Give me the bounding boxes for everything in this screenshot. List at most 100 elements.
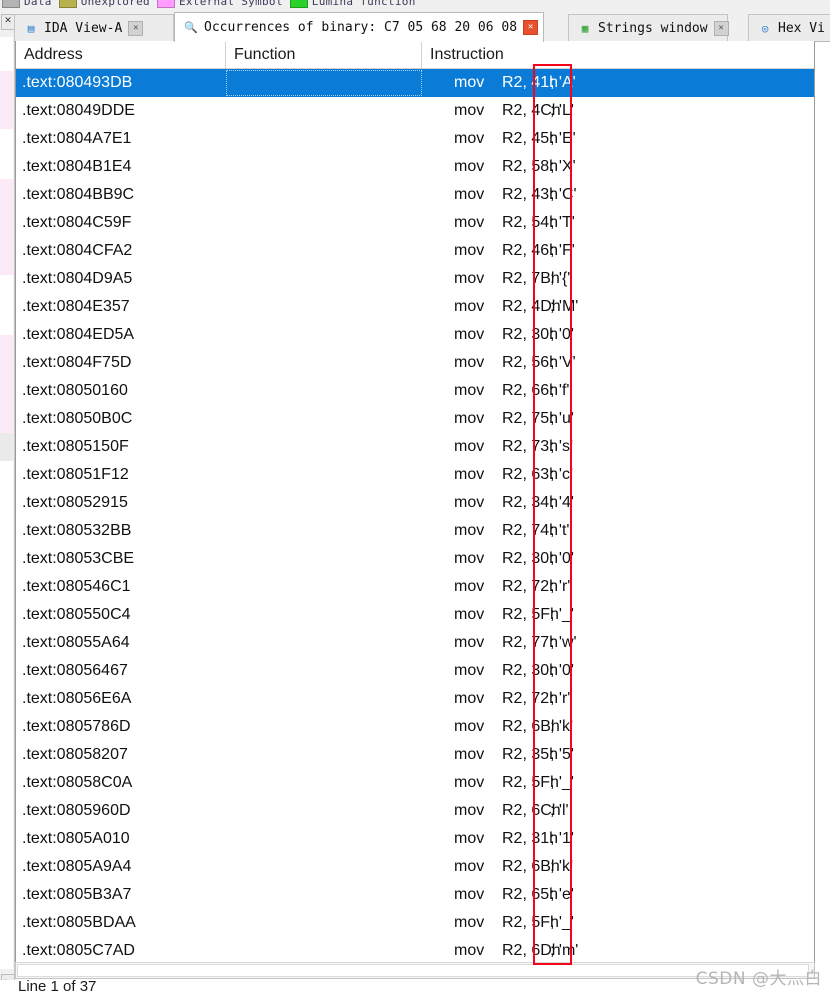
table-row[interactable]: .text:0804BB9C mov R2, 43h; 'C' (16, 181, 814, 209)
table-row[interactable]: .text:08049DDE mov R2, 4Ch; 'L' (16, 97, 814, 125)
occurrences-list-panel: Address Function Instruction .text:08049… (15, 41, 815, 979)
column-header-function[interactable]: Function (226, 41, 422, 68)
close-icon[interactable]: ✕ (128, 20, 144, 36)
cell-comment: ; 'f' (550, 382, 570, 399)
navigator-band[interactable] (0, 335, 13, 433)
table-row[interactable]: .text:08056E6A mov R2, 72h; 'r' (16, 685, 814, 713)
cell-comment: ; '5' (550, 746, 574, 763)
cell-comment: ; '0' (550, 550, 574, 567)
table-row[interactable]: .text:0805C7AD mov R2, 6Dh; 'm' (16, 937, 814, 965)
table-row[interactable]: .text:0804D9A5 mov R2, 7Bh; '{' (16, 265, 814, 293)
binary-search-icon: 🔍 (184, 21, 198, 34)
column-header-address[interactable]: Address (16, 41, 226, 68)
tab-1[interactable]: ▤ IDA View-A ✕ (14, 14, 174, 41)
close-icon[interactable]: ✕ (713, 20, 729, 36)
legend-label: Lumina function (311, 0, 416, 8)
table-row[interactable]: .text:0804B1E4 mov R2, 58h; 'X' (16, 153, 814, 181)
cell-comment: ; 'l' (550, 802, 569, 819)
watermark: CSDN @大灬白 (695, 969, 822, 989)
table-row[interactable]: .text:0805A9A4 mov R2, 6Bh; 'k' (16, 853, 814, 881)
cell-comment: ; 'C' (550, 186, 577, 203)
ida-view-icon: ▤ (27, 21, 35, 35)
table-row[interactable]: .text:08058C0A mov R2, 5Fh; '_' (16, 769, 814, 797)
cell-address: .text:0805C7AD (22, 942, 135, 959)
tab-4[interactable]: ◎ Hex Vi (748, 14, 830, 41)
cell-comment: ; '{' (550, 270, 571, 287)
cell-address: .text:08053CBE (22, 550, 135, 567)
cell-comment: ; '_' (550, 774, 574, 791)
cell-comment: ; '0' (550, 326, 574, 343)
cell-address: .text:0805A9A4 (22, 858, 132, 875)
cell-address: .text:0804E357 (22, 298, 130, 315)
table-row[interactable]: .text:0804E357 mov R2, 4Dh; 'M' (16, 293, 814, 321)
legend-entry: Lumina function (289, 0, 416, 8)
close-icon[interactable]: ✕ (523, 20, 539, 35)
table-row[interactable]: .text:0804CFA2 mov R2, 46h; 'F' (16, 237, 814, 265)
table-row[interactable]: .text:0804ED5A mov R2, 30h; '0' (16, 321, 814, 349)
cell-address: .text:08056467 (22, 662, 128, 679)
cell-comment: ; '4' (550, 494, 574, 511)
table-row[interactable]: .text:0805B3A7 mov R2, 65h; 'e' (16, 881, 814, 909)
cell-comment: ; 'T' (550, 214, 575, 231)
strings-icon: ▦ (581, 21, 589, 35)
table-row[interactable]: .text:080546C1 mov R2, 72h; 'r' (16, 573, 814, 601)
cell-address: .text:0804ED5A (22, 326, 135, 343)
cell-address: .text:08051F12 (22, 466, 129, 483)
close-icon[interactable]: ✕ (1, 14, 15, 30)
table-row[interactable]: .text:0805786D mov R2, 6Bh; 'k' (16, 713, 814, 741)
legend-color-swatch (2, 0, 20, 8)
navigator-band[interactable] (0, 129, 13, 179)
table-row[interactable]: .text:08055A64 mov R2, 77h; 'w' (16, 629, 814, 657)
table-row[interactable]: .text:0804A7E1 mov R2, 45h; 'E' (16, 125, 814, 153)
legend-color-swatch (156, 0, 175, 8)
cell-comment: ; 'u' (550, 410, 574, 427)
navigator-band[interactable] (0, 275, 13, 335)
table-row[interactable]: .text:08056467 mov R2, 30h; '0' (16, 657, 814, 685)
tab-label: Hex Vi (778, 20, 825, 36)
cell-comment: ; 'L' (550, 102, 574, 119)
table-row[interactable]: .text:0805BDAA mov R2, 5Fh; '_' (16, 909, 814, 937)
table-row[interactable]: .text:08052915 mov R2, 34h; '4' (16, 489, 814, 517)
horizontal-scrollbar-thumb[interactable] (17, 964, 809, 977)
cell-address: .text:08058207 (22, 746, 128, 763)
cell-address: .text:08055A64 (22, 634, 130, 651)
navigator-band[interactable] (0, 461, 13, 969)
table-row[interactable]: .text:080550C4 mov R2, 5Fh; '_' (16, 601, 814, 629)
navigator-rail: ✕ ➤ (0, 11, 15, 995)
status-line-text: Line 1 of 37 (18, 980, 97, 995)
cell-address: .text:0804F75D (22, 354, 132, 371)
navigator-band-list[interactable] (0, 37, 13, 969)
table-row[interactable]: .text:080493DB mov R2, 41h; 'A' (16, 69, 814, 97)
table-row[interactable]: .text:08058207 mov R2, 35h; '5' (16, 741, 814, 769)
navigator-band[interactable] (0, 37, 13, 71)
table-row[interactable]: .text:0804C59F mov R2, 54h; 'T' (16, 209, 814, 237)
table-row[interactable]: .text:0805150F mov R2, 73h; 's' (16, 433, 814, 461)
table-row[interactable]: .text:080532BB mov R2, 74h; 't' (16, 517, 814, 545)
table-row[interactable]: .text:0805960D mov R2, 6Ch; 'l' (16, 797, 814, 825)
table-row[interactable]: .text:08050160 mov R2, 66h; 'f' (16, 377, 814, 405)
legend-label: External Symbol (178, 0, 283, 8)
tab-2[interactable]: 🔍 Occurrences of binary: C7 05 68 20 06 0… (174, 12, 544, 42)
cell-comment: ; '1' (550, 830, 574, 847)
column-header-instruction[interactable]: Instruction (422, 41, 814, 68)
cell-address: .text:08058C0A (22, 774, 133, 791)
cell-address: .text:080546C1 (22, 578, 131, 595)
legend-label: Data (24, 0, 52, 8)
navigator-band[interactable] (0, 179, 13, 275)
tab-bar: ▤ IDA View-A ✕ 🔍 Occurrences of binary: C7 0… (14, 11, 830, 42)
cell-comment: ; 'X' (550, 158, 576, 175)
navigator-band[interactable] (0, 433, 13, 461)
cell-comment: ; 'r' (550, 690, 571, 707)
cell-address: .text:0804A7E1 (22, 130, 132, 147)
cell-address: .text:0804C59F (22, 214, 132, 231)
table-row[interactable]: .text:08051F12 mov R2, 63h; 'c' (16, 461, 814, 489)
tab-3[interactable]: ▦ Strings window ✕ (568, 14, 729, 41)
table-row[interactable]: .text:0805A010 mov R2, 31h; '1' (16, 825, 814, 853)
table-row[interactable]: .text:0804F75D mov R2, 56h; 'V' (16, 349, 814, 377)
table-row[interactable]: .text:08053CBE mov R2, 30h; '0' (16, 545, 814, 573)
navigator-band[interactable] (0, 71, 13, 129)
table-row[interactable]: .text:08050B0C mov R2, 75h; 'u' (16, 405, 814, 433)
cell-comment: ; '_' (550, 606, 574, 623)
cell-comment: ; 'V' (550, 354, 576, 371)
cell-address: .text:0805960D (22, 802, 131, 819)
